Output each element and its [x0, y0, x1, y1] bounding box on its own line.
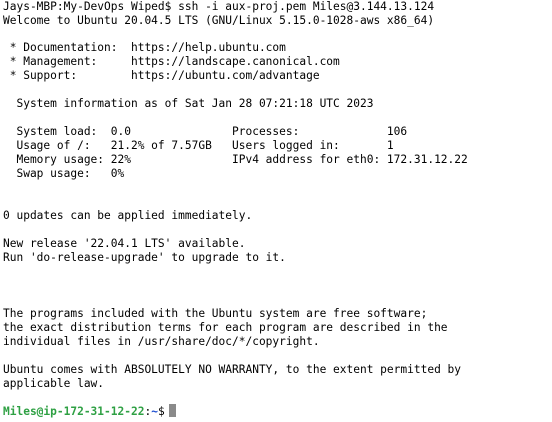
terminal-window[interactable]: Jays-MBP:My-DevOps Wiped$ ssh -i aux-pro…: [0, 0, 552, 422]
prompt-path: ~: [151, 405, 158, 418]
terminal-line: * Management: https://landscape.canonica…: [3, 55, 340, 68]
terminal-line: Ubuntu comes with ABSOLUTELY NO WARRANTY…: [3, 363, 462, 376]
terminal-line: Run 'do-release-upgrade' to upgrade to i…: [3, 251, 286, 264]
terminal-line: individual files in /usr/share/doc/*/cop…: [3, 335, 320, 348]
terminal-line: System information as of Sat Jan 28 07:2…: [3, 97, 374, 110]
prompt-symbol: $: [157, 405, 165, 418]
terminal-line: Swap usage: 0%: [3, 167, 125, 180]
terminal-line: New release '22.04.1 LTS' available.: [3, 237, 246, 250]
command-prompt[interactable]: Miles@ip-172-31-12-22:~$: [3, 404, 176, 418]
terminal-line: applicable law.: [3, 377, 105, 390]
terminal-line: 0 updates can be applied immediately.: [3, 209, 253, 222]
terminal-line: Jays-MBP:My-DevOps Wiped$ ssh -i aux-pro…: [3, 0, 435, 13]
terminal-line: Welcome to Ubuntu 20.04.5 LTS (GNU/Linux…: [3, 14, 435, 27]
terminal-line: System load: 0.0 Processes: 106: [3, 125, 408, 138]
terminal-line: Memory usage: 22% IPv4 address for eth0:…: [3, 153, 468, 166]
terminal-line: * Documentation: https://help.ubuntu.com: [3, 41, 286, 54]
terminal-line: Usage of /: 21.2% of 7.57GB Users logged…: [3, 139, 394, 152]
prompt-user-host: Miles@ip-172-31-12-22: [3, 405, 145, 418]
terminal-line: * Support: https://ubuntu.com/advantage: [3, 69, 320, 82]
terminal-line: the exact distribution terms for each pr…: [3, 321, 448, 334]
text-cursor[interactable]: [168, 404, 176, 417]
terminal-line: The programs included with the Ubuntu sy…: [3, 307, 428, 320]
